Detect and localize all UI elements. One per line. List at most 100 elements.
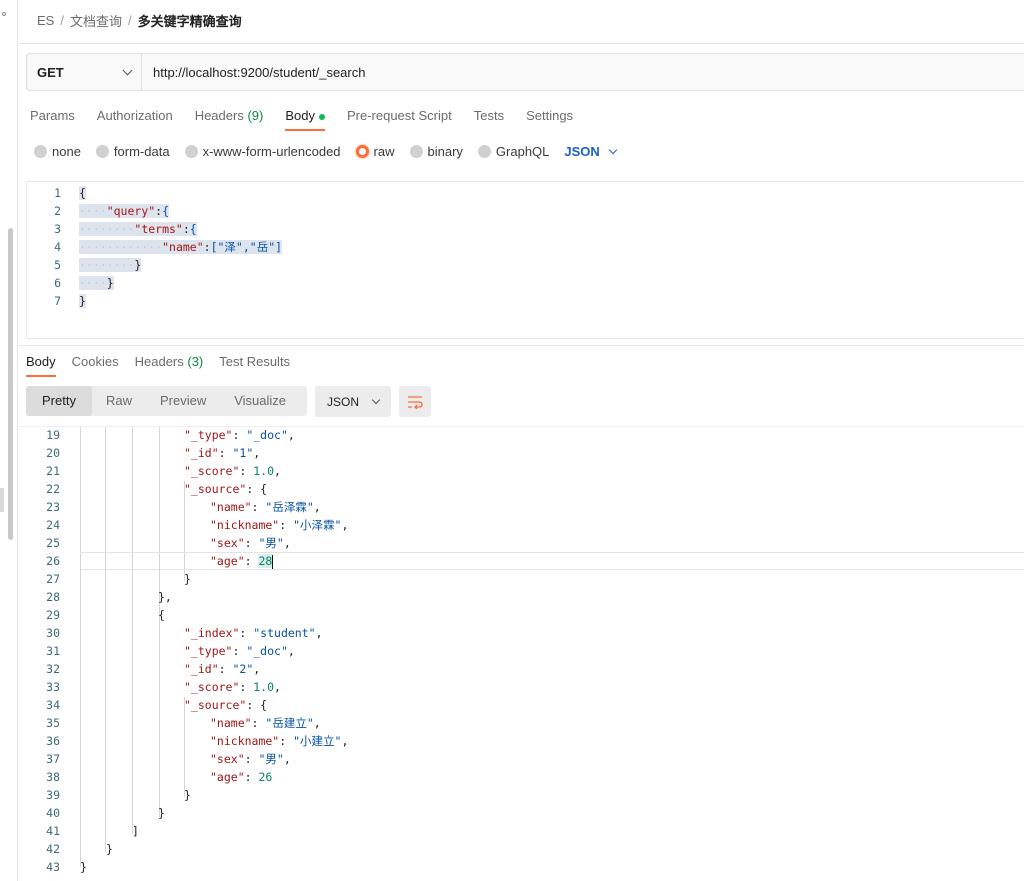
wrap-lines-button[interactable] [399,386,431,417]
modified-dot-icon [318,113,325,120]
indent-guide [132,427,133,834]
json-key: "_type" [184,644,233,658]
json-punct: : [251,716,266,730]
json-key: "query" [106,204,156,218]
tab-settings[interactable]: Settings [526,108,573,131]
json-value: { [189,222,197,236]
code-line: ············"name":["泽","岳"] [79,238,283,256]
response-tab-headers[interactable]: Headers (3) [135,354,204,377]
text-cursor [272,554,274,569]
json-value: { [260,482,268,496]
code-line: "age": 28 [210,552,274,570]
tab-authorization[interactable]: Authorization [97,108,173,131]
body-type-raw[interactable]: raw [355,144,395,159]
json-value: 1.0 [253,680,275,694]
json-punct: } [106,842,113,856]
selected-text: ········} [79,258,142,272]
language-select[interactable]: JSON [564,144,618,159]
body-type-label: GraphQL [495,144,550,159]
view-pretty[interactable]: Pretty [26,386,92,416]
response-tab-body[interactable]: Body [26,354,56,377]
tab-count: (9) [243,108,264,123]
json-punct: : [232,428,247,442]
json-punct: } [184,788,191,802]
request-tabs: Params Authorization Headers (9) Body Pre-re… [30,108,595,131]
line-number: 23 [46,500,60,514]
collapse-icon[interactable] [2,12,6,16]
code-line: "_type": "_doc", [184,642,295,660]
json-value: "_doc" [246,428,288,442]
response-body-viewer[interactable]: 19 "_type": "_doc", 20 "_id": "1", 21 "_score… [18,426,1024,881]
json-punct: : [203,240,211,254]
resize-handle[interactable] [0,488,4,512]
body-type-form-data[interactable]: form-data [95,144,170,159]
tab-label: Headers [134,354,184,369]
tab-headers[interactable]: Headers (9) [195,108,264,131]
json-punct: , [341,734,349,748]
line-number: 39 [46,788,60,802]
json-punct: : [218,446,233,460]
line-number: 36 [46,734,60,748]
body-type-none[interactable]: none [34,144,81,159]
json-punct: , [341,518,349,532]
breadcrumb-folder[interactable]: 文档查询 [70,11,122,30]
scrollbar[interactable] [8,228,13,540]
view-visualize[interactable]: Visualize [220,386,300,416]
tab-label: Tests [473,108,505,123]
indent-guide: ········ [79,222,135,236]
code-line: "_type": "_doc", [184,427,295,444]
json-punct: } [158,806,165,820]
line-number: 21 [46,464,60,478]
format-select[interactable]: JSON [315,386,391,417]
request-body-editor[interactable]: 1{2 ····"query":{3 ········"terms":{4 ·····… [26,181,1024,339]
code-line: ········"terms":{ [79,220,197,238]
url-input[interactable]: http://localhost:9200/student/_search [142,54,365,90]
method-select[interactable]: GET [27,54,142,90]
line-number: 6 [54,276,61,290]
radio-icon [477,145,491,158]
code-line: ········} [79,256,142,274]
code-line: "_score": 1.0, [184,678,281,696]
view-mode-group: Pretty Raw Preview Visualize [26,386,307,416]
indent-guide: ···· [79,204,107,218]
json-punct: { [158,608,165,622]
json-punct: } [80,860,87,874]
body-type-x-www-form-urlencoded[interactable]: x-www-form-urlencoded [184,144,341,159]
line-number: 22 [46,482,60,496]
response-tab-cookies[interactable]: Cookies [72,354,119,377]
wrap-lines-icon [408,395,423,409]
view-raw[interactable]: Raw [92,386,146,416]
json-punct: , [253,446,261,460]
line-number: 27 [46,572,60,586]
code-line: } [158,804,165,822]
breadcrumb-root[interactable]: ES [37,13,54,28]
tab-tests[interactable]: Tests [474,108,504,131]
code-line: "nickname": "小建立", [210,732,348,750]
tab-label: Body [285,108,315,123]
view-preview[interactable]: Preview [146,386,220,416]
tab-pre-request-script[interactable]: Pre-request Script [347,108,452,131]
json-key: "nickname" [210,734,280,748]
json-punct: , [274,464,281,478]
request-name[interactable]: 多关键字精确查询 [138,11,242,30]
code-line: "age": 26 [210,768,272,786]
json-key: "sex" [210,536,245,550]
json-punct: : [244,536,259,550]
line-number: 33 [46,680,60,694]
line-number: 1 [54,186,61,200]
json-value: "男" [258,536,284,550]
line-number: 43 [46,860,60,874]
radio-icon [355,145,369,158]
body-type-graphql[interactable]: GraphQL [477,144,550,159]
tab-params[interactable]: Params [30,108,75,131]
tab-body[interactable]: Body [285,108,325,131]
json-key: "name" [162,240,204,254]
chevron-down-icon [122,65,133,75]
code-line: ····"query":{ [79,202,170,220]
json-value: "小泽霖" [293,518,342,532]
body-type-binary[interactable]: binary [409,144,463,159]
response-tab-test-results[interactable]: Test Results [219,354,290,377]
json-punct: , [315,626,323,640]
json-punct: : [244,770,259,784]
body-type-options: none form-data x-www-form-urlencoded raw bin… [34,144,618,159]
